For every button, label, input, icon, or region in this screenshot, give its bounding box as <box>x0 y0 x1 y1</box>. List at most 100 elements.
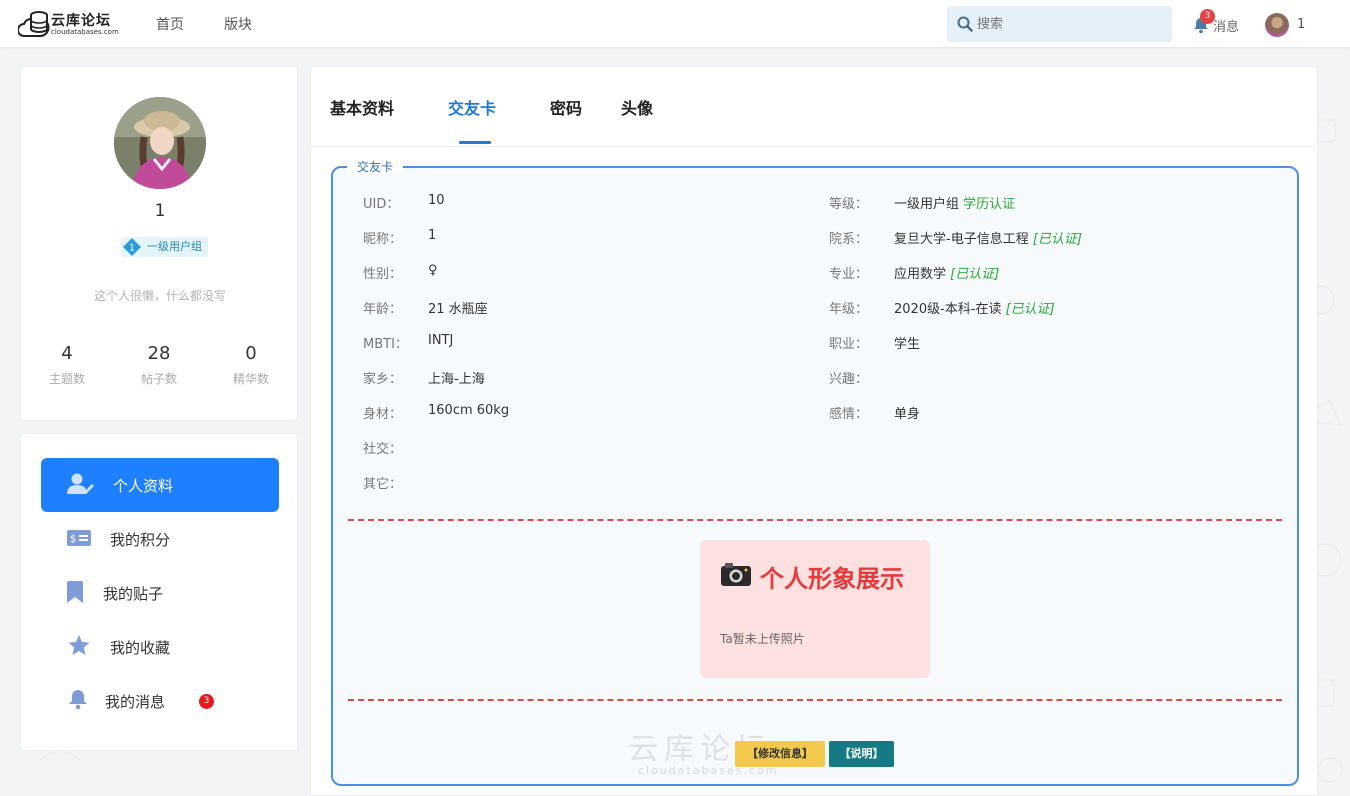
major-value: 应用数学 <box>894 267 947 282</box>
camera-icon <box>721 563 751 586</box>
field-label-relationship: 感情： <box>829 407 869 422</box>
nav-home-link[interactable]: 首页 <box>156 14 184 34</box>
divider-top <box>348 519 1282 521</box>
field-label-department: 院系： <box>829 232 869 247</box>
stat-topics[interactable]: 4 主题数 <box>32 343 102 387</box>
site-logo[interactable]: 云库论坛 cloudatabases.com <box>18 7 128 41</box>
menu-item-profile[interactable]: 个人资料 <box>41 458 279 512</box>
points-card-icon: $ <box>67 530 91 546</box>
tab-friend-card[interactable]: 交友卡 <box>448 95 496 119</box>
field-label-nickname: 昵称： <box>363 232 403 247</box>
menu-item-messages[interactable]: 我的消息 3 <box>41 674 279 728</box>
stat-posts-count: 28 <box>147 343 171 364</box>
menu-messages-badge: 3 <box>199 694 214 709</box>
field-value-hometown: 上海-上海 <box>428 372 485 387</box>
field-value-uid: 10 <box>428 193 445 208</box>
field-value-nickname: 1 <box>428 228 437 243</box>
divider-bottom <box>348 699 1282 701</box>
field-value-age: 21 水瓶座 <box>428 302 488 317</box>
username-label[interactable]: 1 <box>1297 17 1305 32</box>
field-value-body: 160cm 60kg <box>428 403 510 418</box>
menu-label-favorites: 我的收藏 <box>110 639 171 657</box>
user-group-label: 一级用户组 <box>147 240 202 253</box>
stat-featured[interactable]: 0 精华数 <box>216 343 286 387</box>
field-label-level: 等级： <box>829 197 869 212</box>
field-value-major: 应用数学 [已认证] <box>894 263 999 282</box>
field-value-relationship: 单身 <box>894 407 921 422</box>
major-verified-tag: [已认证] <box>950 267 1000 282</box>
field-value-gender: ♀ <box>428 263 438 278</box>
department-verified-tag: [已认证] <box>1032 232 1082 247</box>
search-icon <box>957 16 973 32</box>
nav-boards-link[interactable]: 版块 <box>224 14 252 34</box>
profile-photo <box>114 97 206 189</box>
stat-posts[interactable]: 28 帖子数 <box>124 343 194 387</box>
menu-item-points[interactable]: $ 我的积分 <box>41 512 279 566</box>
user-avatar[interactable] <box>1265 13 1289 37</box>
field-label-mbti: MBTI： <box>363 337 408 352</box>
bookmark-icon <box>67 581 83 603</box>
field-label-social: 社交： <box>363 442 403 457</box>
grade-value: 2020级-本科-在读 <box>894 302 1002 317</box>
bell-icon <box>69 690 87 710</box>
menu-label-posts: 我的贴子 <box>103 585 164 603</box>
cloud-database-icon <box>18 11 50 37</box>
grade-verified-tag: [已认证] <box>1005 302 1055 317</box>
field-label-age: 年龄： <box>363 302 403 317</box>
field-value-department: 复旦大学-电子信息工程 [已认证] <box>894 228 1082 247</box>
field-label-occupation: 职业： <box>829 337 869 352</box>
field-value-level: 一级用户组 学历认证 <box>894 193 1015 212</box>
stat-featured-label: 精华数 <box>232 372 269 386</box>
profile-name: 1 <box>154 201 166 221</box>
stat-posts-label: 帖子数 <box>140 372 177 386</box>
tab-avatar[interactable]: 头像 <box>621 95 653 119</box>
main-panel: 基本资料 交友卡 密码 头像 交友卡 UID： 10 昵称： 1 性别： ♀ 年… <box>310 66 1318 796</box>
user-group-badge: 1 一级用户组 <box>121 237 208 257</box>
profile-bio: 这个人很懒，什么都没写 <box>93 289 226 303</box>
level-value: 一级用户组 <box>894 197 960 212</box>
top-navbar: 云库论坛 cloudatabases.com 首页 版块 3 消息 1 <box>0 0 1350 48</box>
user-menu: 个人资料 $ 我的积分 我的贴子 我的收藏 我的消息 3 <box>20 433 298 751</box>
stat-topics-label: 主题数 <box>48 372 85 386</box>
active-tab-indicator <box>459 141 491 144</box>
menu-label-points: 我的积分 <box>110 531 171 549</box>
department-value: 复旦大学-电子信息工程 <box>894 232 1029 247</box>
field-label-body: 身材： <box>363 407 403 422</box>
help-button[interactable]: 【说明】 <box>829 741 894 767</box>
svg-text:$: $ <box>70 534 76 545</box>
no-photo-note: Ta暂未上传照片 <box>720 632 805 646</box>
menu-item-favorites[interactable]: 我的收藏 <box>41 620 279 674</box>
search-box[interactable] <box>947 6 1172 42</box>
menu-label-messages: 我的消息 <box>105 693 166 711</box>
field-label-uid: UID： <box>363 197 400 212</box>
field-label-gender: 性别： <box>363 267 403 282</box>
level-diamond-icon: 1 <box>123 238 141 256</box>
logo-subtitle: cloudatabases.com <box>51 28 119 36</box>
tab-bar: 基本资料 交友卡 密码 头像 <box>311 67 1317 147</box>
messages-label: 消息 <box>1213 20 1240 35</box>
menu-label-profile: 个人资料 <box>113 477 174 495</box>
profile-card: 1 1 一级用户组 这个人很懒，什么都没写 4 主题数 28 帖子数 0 精华数 <box>20 66 298 421</box>
field-label-other: 其它： <box>363 477 403 492</box>
menu-item-posts[interactable]: 我的贴子 <box>41 566 279 620</box>
stat-featured-count: 0 <box>245 343 257 364</box>
level-number: 1 <box>129 244 135 254</box>
photo-showcase-title: 个人形象展示 <box>760 565 904 593</box>
field-label-interests: 兴趣： <box>829 372 869 387</box>
tab-basic-info[interactable]: 基本资料 <box>330 95 394 119</box>
photo-showcase: 个人形象展示 Ta暂未上传照片 <box>700 540 930 678</box>
field-value-grade: 2020级-本科-在读 [已认证] <box>894 298 1055 317</box>
field-value-mbti: INTJ <box>428 333 454 348</box>
logo-title: 云库论坛 <box>51 13 111 29</box>
field-label-major: 专业： <box>829 267 869 282</box>
tab-password[interactable]: 密码 <box>550 95 582 119</box>
fieldset-legend: 交友卡 <box>347 159 404 175</box>
stat-topics-count: 4 <box>61 343 73 364</box>
field-label-grade: 年级： <box>829 302 869 317</box>
profile-avatar[interactable] <box>114 97 206 189</box>
education-verify-link[interactable]: 学历认证 <box>963 197 1015 212</box>
edit-info-button[interactable]: 【修改信息】 <box>735 741 825 767</box>
search-input[interactable] <box>977 14 1157 34</box>
star-icon <box>68 635 90 655</box>
user-edit-icon <box>67 473 94 494</box>
